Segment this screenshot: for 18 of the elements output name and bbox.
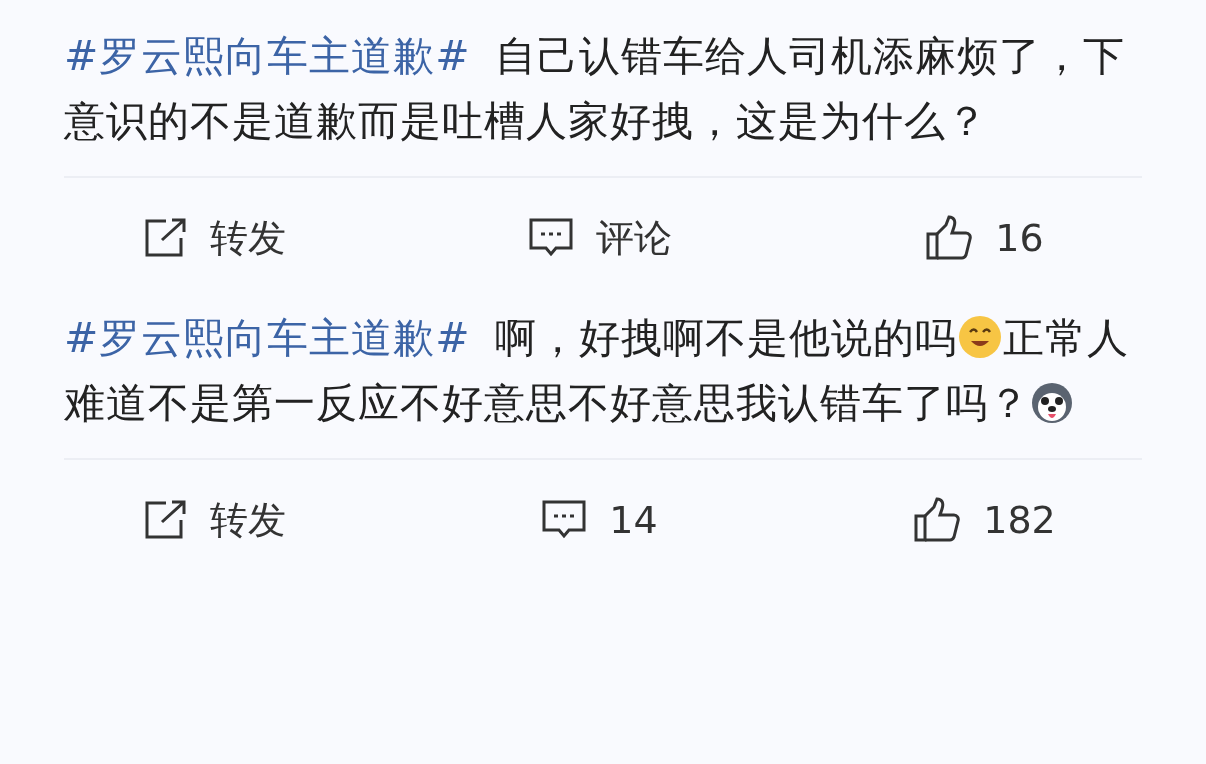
comment-button[interactable]: 14 bbox=[541, 498, 658, 542]
like-button[interactable]: 16 bbox=[925, 215, 1044, 261]
thumbs-up-icon bbox=[913, 497, 962, 543]
post-text: #罗云熙向车主道歉# 自己认错车给人司机添麻烦了，下意识的不是道歉而是吐槽人家好拽，这是为什么？ bbox=[64, 31, 1126, 147]
thumbs-up-icon bbox=[925, 215, 974, 261]
post-text: #罗云熙向车主道歉# 啊，好拽啊不是他说的吗 正常人难道不是第一反应不好意思不好意思我认错车了吗？ bbox=[64, 313, 1130, 429]
smile-emoji-icon bbox=[956, 314, 1003, 360]
hashtag-link[interactable]: #罗云熙向车主道歉# bbox=[64, 32, 471, 80]
comment-button[interactable]: 评论 bbox=[527, 212, 672, 264]
like-button[interactable]: 182 bbox=[913, 497, 1056, 543]
forward-button[interactable]: 转发 bbox=[143, 212, 286, 264]
forward-button[interactable]: 转发 bbox=[143, 494, 286, 546]
comment-icon bbox=[527, 217, 574, 259]
comment-icon bbox=[541, 499, 588, 541]
dog-emoji-icon bbox=[1030, 381, 1074, 425]
share-icon bbox=[143, 500, 188, 540]
hashtag-link[interactable]: #罗云熙向车主道歉# bbox=[64, 314, 471, 362]
share-icon bbox=[143, 218, 188, 258]
